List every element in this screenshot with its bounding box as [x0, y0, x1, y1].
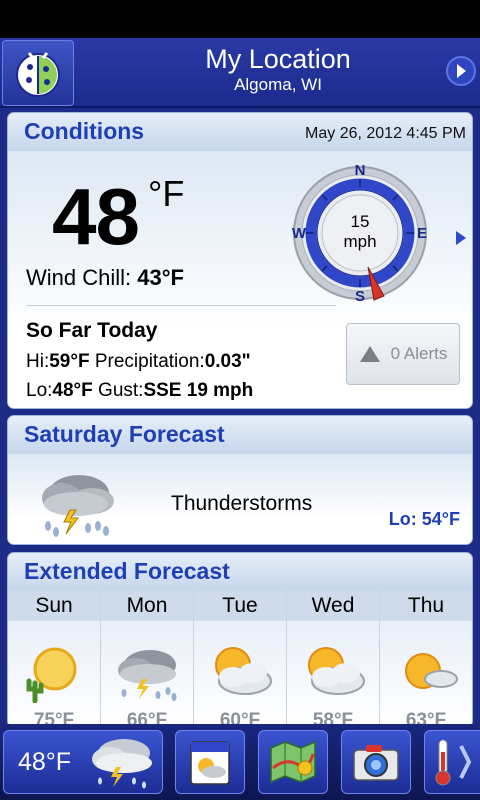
current-temp-label: 48°F — [18, 747, 72, 776]
conditions-panel[interactable]: Conditions May 26, 2012 4:45 PM 48 °F Wi… — [7, 112, 473, 409]
extended-title: Extended Forecast — [24, 558, 230, 584]
forecast-day-label: Thu — [407, 594, 445, 617]
hi-precip-line: Hi:59°F Precipitation:0.03" — [26, 351, 251, 373]
thunderstorm-icon — [92, 739, 152, 789]
wind-chill: Wind Chill: 43°F — [26, 265, 184, 291]
today-forecast-button[interactable] — [175, 730, 245, 794]
saturday-title: Saturday Forecast — [24, 421, 225, 447]
sunny-hot-icon — [26, 647, 77, 703]
partly-cloudy-icon — [215, 647, 272, 695]
saturday-forecast-panel[interactable]: Saturday Forecast Thunderstorms Lo: 54°F — [7, 415, 473, 545]
precip-value: 0.03" — [204, 351, 251, 372]
so-far-today-title: So Far Today — [26, 319, 158, 342]
lo-value: 48°F — [52, 380, 93, 401]
saturday-condition: Thunderstorms — [171, 492, 313, 515]
thermometer-icon — [435, 739, 471, 786]
chevron-right-icon — [457, 64, 466, 78]
extended-header: Extended Forecast — [8, 553, 472, 591]
forecast-day-label: Tue — [222, 594, 258, 617]
status-bar — [0, 0, 480, 38]
conditions-more-arrow-icon[interactable] — [454, 229, 468, 247]
forecast-day-wed[interactable]: Wed 58°F — [287, 591, 380, 727]
camera-button[interactable] — [341, 730, 411, 794]
location-title[interactable]: My Location — [76, 44, 480, 74]
lo-label: Lo: — [26, 380, 53, 401]
hi-value: 59°F — [49, 351, 90, 372]
compass-east: E — [417, 225, 427, 242]
calendar-icon — [190, 741, 230, 785]
mostly-sunny-icon — [405, 653, 458, 689]
compass-south: S — [355, 288, 365, 303]
thermometer-button[interactable] — [424, 730, 480, 794]
conditions-title: Conditions — [24, 118, 145, 144]
partly-cloudy-icon — [308, 647, 365, 695]
weather-bug-logo-icon — [16, 52, 60, 97]
thunderstorm-icon — [42, 475, 114, 537]
forecast-day-tue[interactable]: Tue 60°F — [194, 591, 287, 727]
lo-gust-line: Lo:48°F Gust:SSE 19 mph — [26, 380, 253, 402]
alerts-label: 0 Alerts — [390, 344, 448, 363]
divider — [26, 305, 336, 306]
observation-datetime: May 26, 2012 4:45 PM — [305, 125, 466, 142]
gust-label: Gust: — [98, 380, 144, 401]
wind-chill-label: Wind Chill: — [26, 265, 132, 290]
gust-value: SSE 19 mph — [143, 380, 254, 401]
current-conditions-button[interactable]: 48°F — [3, 730, 163, 794]
location-subtitle: Algoma, WI — [234, 75, 322, 94]
app-logo-button[interactable] — [2, 40, 74, 106]
bottom-navigation-bar: 48°F — [0, 724, 480, 800]
wind-compass[interactable]: N S W E 15 mph — [290, 163, 430, 303]
forecast-day-label: Sun — [35, 594, 73, 617]
hi-label: Hi: — [26, 351, 50, 372]
saturday-low: Lo: 54°F — [388, 509, 460, 529]
current-temperature: 48 — [52, 172, 140, 261]
warning-triangle-icon — [359, 346, 380, 362]
forecast-day-thu[interactable]: Thu 63°F — [380, 591, 472, 727]
saturday-header: Saturday Forecast — [8, 416, 472, 454]
forecast-day-label: Wed — [311, 594, 355, 617]
wind-speed-unit: mph — [343, 232, 376, 251]
alerts-button[interactable]: 0 Alerts — [346, 323, 460, 385]
extended-forecast-panel[interactable]: Extended Forecast Sun 75°F Mon 66°F Tue — [7, 552, 473, 728]
extended-days: Sun 75°F Mon 66°F Tue 60°F Wed 58°F Thu … — [8, 591, 472, 727]
wind-chill-value: 43°F — [137, 265, 184, 290]
temperature-unit: °F — [148, 173, 185, 214]
next-location-button[interactable] — [446, 56, 476, 86]
forecast-day-mon[interactable]: Mon 66°F — [101, 591, 194, 727]
saturday-body: Thunderstorms Lo: 54°F — [8, 454, 472, 544]
forecast-day-label: Mon — [126, 594, 168, 617]
compass-north: N — [355, 163, 366, 179]
compass-west: W — [292, 225, 307, 242]
map-icon — [270, 740, 316, 784]
thunderstorm-icon — [118, 650, 177, 701]
conditions-header: Conditions May 26, 2012 4:45 PM — [8, 113, 472, 151]
precip-label: Precipitation: — [94, 351, 205, 372]
forecast-day-sun[interactable]: Sun 75°F — [8, 591, 101, 727]
radar-map-button[interactable] — [258, 730, 328, 794]
location-header: My Location Algoma, WI — [0, 38, 480, 108]
camera-icon — [353, 745, 399, 781]
wind-speed-value: 15 — [351, 212, 370, 231]
